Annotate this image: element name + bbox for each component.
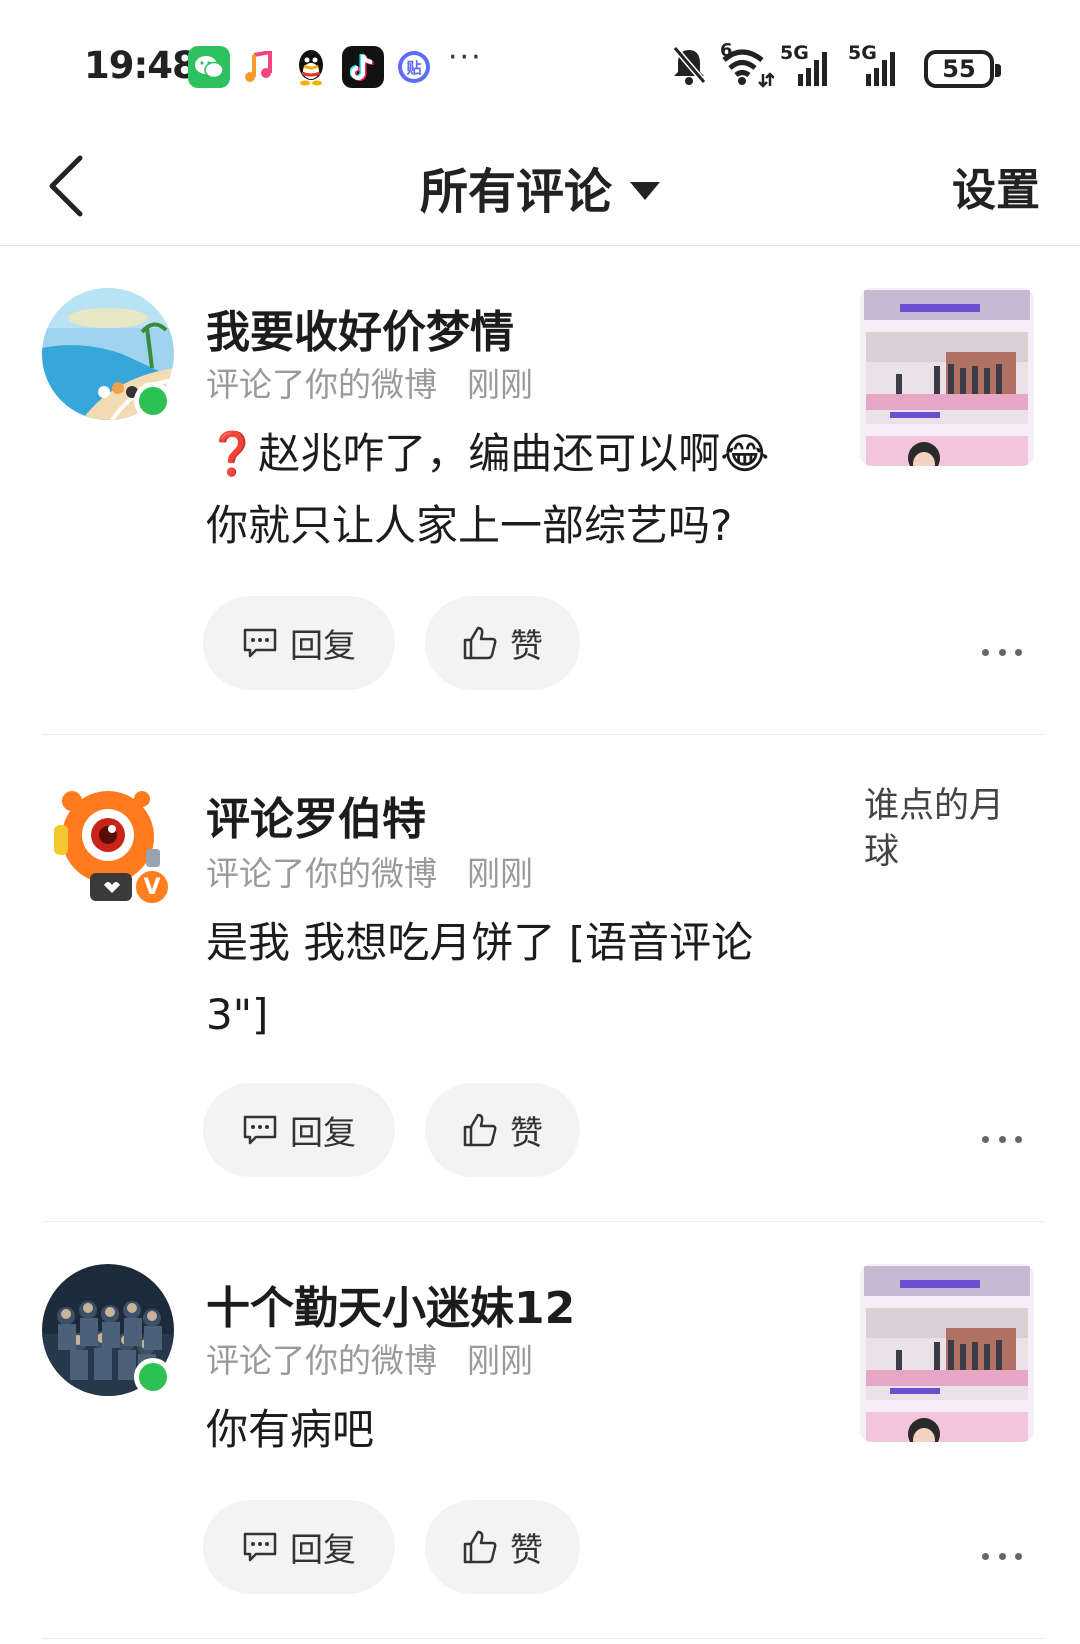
reply-label: 回复 xyxy=(290,1113,356,1152)
top-nav-bar: 所有评论 设置 xyxy=(0,130,1080,246)
settings-button[interactable]: 设置 xyxy=(952,154,1040,218)
like-button[interactable]: 赞 xyxy=(425,596,580,690)
comment-line: 你有病吧 xyxy=(206,1405,375,1454)
like-button[interactable]: 赞 xyxy=(425,1500,580,1594)
comment-icon xyxy=(243,1532,277,1562)
tiktok-icon xyxy=(342,46,384,88)
qq-icon xyxy=(290,46,332,88)
signal-icon-1: 5G xyxy=(780,42,838,88)
reply-button[interactable]: 回复 xyxy=(203,596,395,690)
thumbs-up-icon xyxy=(463,626,497,660)
like-label: 赞 xyxy=(510,1113,543,1152)
wifi-label: 6 xyxy=(720,40,733,61)
more-options-button[interactable] xyxy=(982,642,1022,662)
original-post-excerpt[interactable]: 谁点的月球 xyxy=(864,783,1014,875)
comment-text: 是我 我想吃月饼了 [语音评论 3"] xyxy=(206,907,826,1051)
comment-time: 刚刚 xyxy=(467,1341,533,1380)
user-name[interactable]: 我要收好价梦情 xyxy=(206,296,514,360)
more-options-button[interactable] xyxy=(982,1129,1022,1149)
tieba-icon: 贴 xyxy=(393,46,435,88)
svg-text:贴: 贴 xyxy=(406,59,421,77)
online-status-dot xyxy=(134,382,172,420)
comment-item[interactable]: V 评论罗伯特 评论了你的微博 刚刚 是我 我想吃月饼了 [语音评论 3"] 谁点… xyxy=(0,735,1080,1221)
comment-time: 刚刚 xyxy=(467,365,533,404)
comment-time: 刚刚 xyxy=(467,854,533,893)
comment-line: 你就只让人家上一部综艺吗? xyxy=(206,501,733,550)
signal-icon-2: 5G xyxy=(848,42,906,88)
comment-meta: 评论了你的微博 刚刚 xyxy=(206,358,533,406)
post-thumbnail[interactable] xyxy=(860,1264,1034,1442)
wifi-icon: 6 xyxy=(718,40,775,88)
like-button[interactable]: 赞 xyxy=(425,1083,580,1177)
comment-icon xyxy=(243,1115,277,1145)
comment-line: ❓赵兆咋了，编曲还可以啊😂 xyxy=(206,429,770,478)
comment-item[interactable]: 十个勤天小迷妹12 评论了你的微博 刚刚 你有病吧 回复 赞 xyxy=(0,1222,1080,1638)
comment-icon xyxy=(243,628,277,658)
comment-action: 评论了你的微博 xyxy=(206,854,437,893)
comment-text: ❓赵兆咋了，编曲还可以啊😂 你就只让人家上一部综艺吗? xyxy=(206,418,826,562)
reply-button[interactable]: 回复 xyxy=(203,1083,395,1177)
mute-icon xyxy=(670,44,710,88)
user-name[interactable]: 十个勤天小迷妹12 xyxy=(206,1272,575,1336)
thumbs-up-icon xyxy=(463,1530,497,1564)
status-bar: 19:48 贴 ··· 6 5G 5G 55 xyxy=(0,0,1080,130)
post-thumbnail[interactable] xyxy=(860,288,1034,466)
caret-down-icon xyxy=(630,182,660,200)
comment-meta: 评论了你的微博 刚刚 xyxy=(206,847,533,895)
comment-meta: 评论了你的微博 刚刚 xyxy=(206,1334,533,1382)
verified-badge: V xyxy=(132,867,172,907)
reply-label: 回复 xyxy=(290,626,356,665)
signal-label-2: 5G xyxy=(848,42,877,64)
comment-item[interactable]: 我要收好价梦情 评论了你的微博 刚刚 ❓赵兆咋了，编曲还可以啊😂 你就只让人家上一… xyxy=(0,246,1080,734)
like-label: 赞 xyxy=(510,1530,543,1569)
user-name[interactable]: 评论罗伯特 xyxy=(206,783,426,847)
more-options-button[interactable] xyxy=(982,1546,1022,1566)
reply-button[interactable]: 回复 xyxy=(203,1500,395,1594)
comment-action: 评论了你的微博 xyxy=(206,365,437,404)
comment-line: 是我 我想吃月饼了 [语音评论 xyxy=(206,918,754,967)
music-icon xyxy=(238,46,280,88)
thumbs-up-icon xyxy=(463,1113,497,1147)
divider xyxy=(42,1638,1044,1639)
like-label: 赞 xyxy=(510,626,543,665)
wechat-icon xyxy=(188,46,230,88)
status-more: ··· xyxy=(448,40,483,75)
signal-label-1: 5G xyxy=(780,42,809,64)
battery-indicator: 55 xyxy=(924,50,1001,88)
comment-line: 3"] xyxy=(206,990,269,1039)
comment-text: 你有病吧 xyxy=(206,1394,826,1466)
reply-label: 回复 xyxy=(290,1530,356,1569)
comment-filter-dropdown[interactable]: 所有评论 xyxy=(0,152,1080,222)
status-time: 19:48 xyxy=(84,44,198,87)
comment-action: 评论了你的微博 xyxy=(206,1341,437,1380)
online-status-dot xyxy=(134,1358,172,1396)
page-title: 所有评论 xyxy=(419,164,612,220)
